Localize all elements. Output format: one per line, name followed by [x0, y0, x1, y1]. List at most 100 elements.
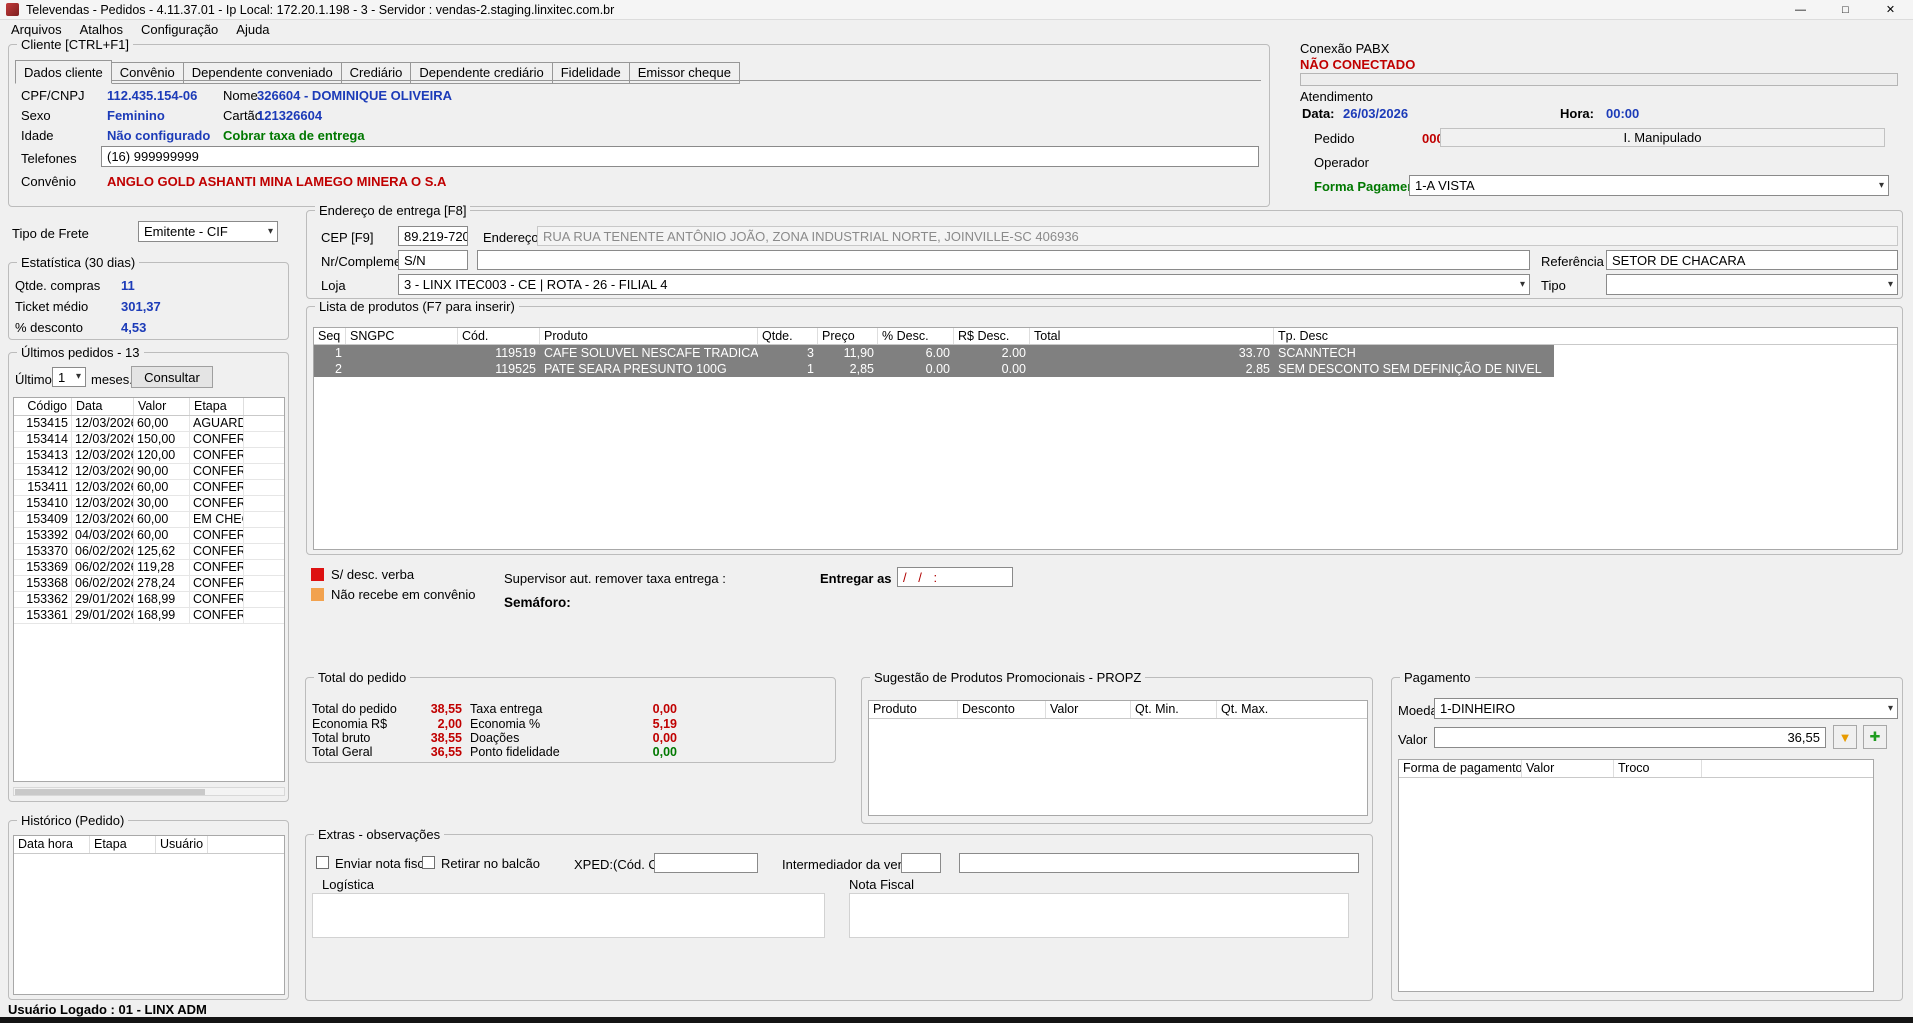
stat-row: Qtde. compras 11 — [15, 278, 135, 293]
loja-value: 3 - LINX ITEC003 - CE | ROTA - 26 - FILI… — [404, 277, 668, 292]
column-header[interactable]: Qtde. — [758, 328, 818, 344]
menu-item[interactable]: Atalhos — [71, 21, 132, 38]
order-row[interactable]: 15341412/03/2026 ...150,00CONFERID — [14, 432, 284, 448]
entregar-as-input[interactable]: / / : — [897, 567, 1013, 587]
moeda-label: Moeda — [1398, 703, 1438, 718]
frete-select[interactable]: Emitente - CIF ▾ — [138, 221, 278, 242]
moeda-select[interactable]: 1-DINHEIRO ▾ — [1434, 698, 1898, 719]
column-header[interactable]: Preço — [818, 328, 878, 344]
confirm-value-button[interactable]: ▼ — [1833, 725, 1857, 749]
totals-group: Total do pedido Total do pedido 38,55 Taxa… — [305, 670, 836, 763]
enviar-nota-fiscal-label: Enviar nota fiscal — [335, 856, 434, 871]
product-row[interactable]: 2 119525 PATE SEARA PRESUNTO 100G 1 2,85 0.00… — [314, 361, 1897, 377]
product-row[interactable]: 1119519CAFE SOLUVEL NESCAFE TRADICAO REF… — [314, 345, 1897, 361]
order-row[interactable]: 15339204/03/2026 ...60,00CONFERID — [14, 528, 284, 544]
logistica-textarea[interactable] — [312, 893, 825, 938]
forma-pagamento-select[interactable]: 1-A VISTA ▾ — [1409, 175, 1889, 196]
loja-select[interactable]: 3 - LINX ITEC003 - CE | ROTA - 26 - FILI… — [398, 274, 1530, 295]
column-header-filler — [208, 836, 284, 853]
payment-grid: Forma de pagamento Valor Troco — [1398, 759, 1874, 992]
menu-item[interactable]: Configuração — [132, 21, 227, 38]
retirar-no-balcao-checkbox[interactable] — [422, 856, 435, 869]
payment-header: Forma de pagamento Valor Troco — [1399, 760, 1873, 778]
manipulado-box: I. Manipulado — [1440, 128, 1885, 147]
referencia-label: Referência — [1541, 254, 1604, 269]
close-button[interactable]: ✕ — [1868, 0, 1913, 19]
sexo-label: Sexo — [21, 108, 51, 123]
propz-grid: Produto Desconto Valor Qt. Min. Qt. Max. — [868, 700, 1368, 816]
column-header-filler — [244, 398, 284, 415]
order-row[interactable]: 15336129/01/2026 ...168,99CONFERID — [14, 608, 284, 624]
intermediador-nome-input[interactable] — [959, 853, 1359, 873]
enviar-nota-fiscal-checkbox[interactable] — [316, 856, 329, 869]
column-header[interactable]: Total — [1030, 328, 1274, 344]
column-header[interactable]: Produto — [869, 701, 958, 718]
column-header[interactable]: Código — [14, 398, 72, 415]
column-header[interactable]: Qt. Max. — [1217, 701, 1367, 718]
semaforo-label: Semáforo: — [504, 595, 571, 610]
pabx-label: Conexão PABX — [1300, 41, 1390, 56]
column-header[interactable]: Etapa — [90, 836, 156, 853]
column-header[interactable]: Produto — [540, 328, 758, 344]
telefone-input[interactable]: (16) 999999999 — [101, 146, 1259, 167]
column-header[interactable]: Cód. — [458, 328, 540, 344]
cpf-label: CPF/CNPJ — [21, 88, 85, 103]
column-header[interactable]: Valor — [134, 398, 190, 415]
column-header[interactable]: Data hora — [14, 836, 90, 853]
column-header[interactable]: Qt. Min. — [1131, 701, 1217, 718]
valor-input[interactable]: 36,55 — [1434, 727, 1826, 748]
column-header[interactable]: Etapa — [190, 398, 244, 415]
minimize-button[interactable]: — — [1778, 0, 1823, 19]
intermediador-codigo-input[interactable] — [901, 853, 941, 873]
order-row[interactable]: 15341012/03/2026 ...30,00CONFERID — [14, 496, 284, 512]
telefones-label: Telefones — [21, 151, 77, 166]
meses-select[interactable]: 1 ▾ — [52, 367, 86, 387]
order-row[interactable]: 15336229/01/2026 ...168,99CONFERID — [14, 592, 284, 608]
order-row[interactable]: 15341112/03/2026 ...60,00CONFERID — [14, 480, 284, 496]
order-row[interactable]: 15341512/03/2026 ...60,00AGUARDA — [14, 416, 284, 432]
menu-item[interactable]: Arquivos — [2, 21, 71, 38]
order-row[interactable]: 15340912/03/2026 ...60,00EM CHECK — [14, 512, 284, 528]
column-header[interactable]: Troco — [1614, 760, 1702, 777]
xped-input[interactable] — [654, 853, 758, 873]
order-row[interactable]: 15337006/02/2026 ...125,62CONFERID — [14, 544, 284, 560]
order-row[interactable]: 15336906/02/2026 ...119,28CONFERID — [14, 560, 284, 576]
column-header[interactable]: SNGPC — [346, 328, 458, 344]
logged-user-text: Usuário Logado : 01 - LINX ADM — [8, 1002, 207, 1017]
column-header[interactable]: Valor — [1522, 760, 1614, 777]
maximize-button[interactable]: □ — [1823, 0, 1868, 19]
column-header[interactable]: Desconto — [958, 701, 1046, 718]
order-row[interactable]: 15336806/02/2026 ...278,24CONFERID — [14, 576, 284, 592]
order-row[interactable]: 15341212/03/2026 ...90,00CONFERID — [14, 464, 284, 480]
chevron-down-icon: ▾ — [1887, 278, 1893, 290]
add-payment-button[interactable]: ✚ — [1863, 725, 1887, 749]
column-header[interactable]: R$ Desc. — [954, 328, 1030, 344]
client-group: Cliente [CTRL+F1] Dados cliente Convênio D… — [8, 37, 1270, 207]
referencia-input[interactable]: SETOR DE CHACARA — [1606, 250, 1898, 270]
historico-body — [14, 854, 284, 994]
order-row[interactable]: 15341312/03/2026 ...120,00CONFERID — [14, 448, 284, 464]
legend-list: S/ desc. verba Não recebe em convênio — [311, 564, 476, 604]
column-header[interactable]: Data — [72, 398, 134, 415]
column-header[interactable]: Forma de pagamento — [1399, 760, 1522, 777]
column-header[interactable]: % Desc. — [878, 328, 954, 344]
column-header[interactable]: Valor — [1046, 701, 1131, 718]
consultar-button[interactable]: Consultar — [131, 366, 213, 388]
tipo-select[interactable]: ▾ — [1606, 274, 1898, 295]
horizontal-scrollbar[interactable] — [13, 787, 285, 796]
complemento-input[interactable] — [477, 250, 1530, 270]
menubar: Arquivos Atalhos Configuração Ajuda — [2, 20, 1913, 38]
tab[interactable]: Dados cliente — [15, 60, 112, 84]
column-header[interactable]: Usuário — [156, 836, 209, 853]
column-header[interactable]: Tp. Desc — [1274, 328, 1897, 344]
nota-fiscal-textarea[interactable] — [849, 893, 1349, 938]
propz-group: S­ugestão de Produtos Promocionais - PRO… — [861, 670, 1373, 824]
scrollbar-thumb[interactable] — [15, 789, 205, 795]
cep-input[interactable]: 89.219-720 — [398, 226, 468, 246]
data-label: Data: — [1302, 106, 1335, 121]
menu-item[interactable]: Ajuda — [227, 21, 278, 38]
products-body: 1119519CAFE SOLUVEL NESCAFE TRADICAO REF… — [314, 345, 1897, 549]
numero-input[interactable]: S/N — [398, 250, 468, 270]
nome-value: 326604 - DOMINIQUE OLIVEIRA — [257, 88, 453, 103]
column-header[interactable]: Seq — [314, 328, 346, 344]
